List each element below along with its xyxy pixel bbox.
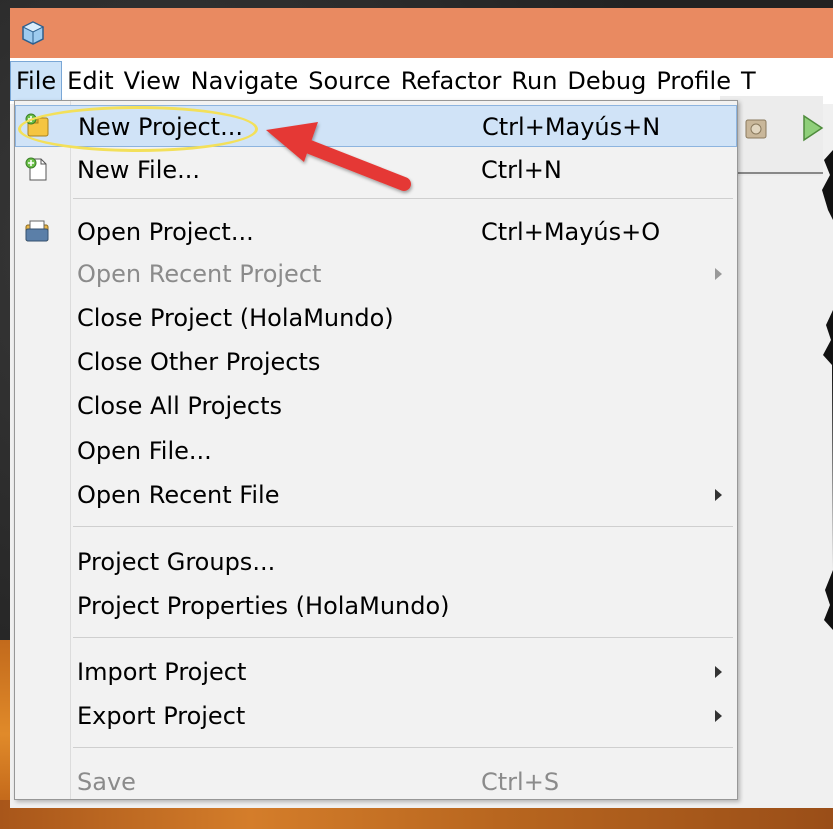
menu-separator xyxy=(73,637,733,638)
menu-item-open-recent-project[interactable]: Open Recent Project xyxy=(15,253,737,295)
menu-item-label: Project Properties (HolaMundo) xyxy=(77,592,450,620)
menu-item-label: Import Project xyxy=(77,658,247,686)
submenu-arrow-icon xyxy=(715,489,722,501)
run-project-icon[interactable] xyxy=(800,112,824,144)
submenu-arrow-icon xyxy=(715,710,722,722)
open-project-icon xyxy=(25,220,49,242)
menu-source[interactable]: Source xyxy=(303,61,395,101)
menu-team-truncated[interactable]: T xyxy=(736,61,761,101)
menu-navigate[interactable]: Navigate xyxy=(186,61,304,101)
menu-item-label: New Project... xyxy=(78,113,243,141)
menu-item-label: Open File... xyxy=(77,437,212,465)
menu-item-label: Open Recent File xyxy=(77,481,280,509)
menu-item-open-file[interactable]: Open File... xyxy=(15,430,737,472)
file-menu-dropdown: New Project... Ctrl+Mayús+N New File... … xyxy=(14,100,738,800)
menu-item-open-recent-file[interactable]: Open Recent File xyxy=(15,474,737,516)
menu-item-shortcut: Ctrl+N xyxy=(481,156,562,184)
menu-item-new-project[interactable]: New Project... Ctrl+Mayús+N xyxy=(15,105,737,147)
submenu-arrow-icon xyxy=(715,666,722,678)
submenu-arrow-icon xyxy=(715,268,722,280)
menu-view[interactable]: View xyxy=(119,61,186,101)
window-titlebar xyxy=(10,8,833,58)
torn-edge-decoration xyxy=(822,150,833,800)
clean-build-icon[interactable] xyxy=(740,112,772,144)
menu-separator xyxy=(73,747,733,748)
menu-item-project-properties[interactable]: Project Properties (HolaMundo) xyxy=(15,585,737,627)
menu-item-label: Project Groups... xyxy=(77,548,276,576)
menu-item-export-project[interactable]: Export Project xyxy=(15,695,737,737)
menu-item-project-groups[interactable]: Project Groups... xyxy=(15,541,737,583)
menu-item-new-file[interactable]: New File... Ctrl+N xyxy=(15,149,737,191)
menu-item-label: Close All Projects xyxy=(77,392,283,420)
menu-item-label: Save xyxy=(77,768,136,796)
menu-item-label: Close Other Projects xyxy=(77,348,321,376)
menu-item-open-project[interactable]: Open Project... Ctrl+Mayús+O xyxy=(15,211,737,253)
menu-debug[interactable]: Debug xyxy=(562,61,651,101)
menu-item-label: Export Project xyxy=(77,702,246,730)
menu-item-close-project[interactable]: Close Project (HolaMundo) xyxy=(15,297,737,339)
menu-item-label: Open Project... xyxy=(77,218,254,246)
menu-item-import-project[interactable]: Import Project xyxy=(15,651,737,693)
editor-border xyxy=(735,172,823,174)
menu-run[interactable]: Run xyxy=(506,61,562,101)
menu-item-label: Open Recent Project xyxy=(77,260,322,288)
new-file-icon xyxy=(25,157,47,181)
menu-item-save[interactable]: Save Ctrl+S xyxy=(15,761,737,803)
menu-item-shortcut: Ctrl+S xyxy=(481,768,560,796)
menu-item-shortcut: Ctrl+Mayús+O xyxy=(481,218,661,246)
netbeans-cube-icon xyxy=(21,21,45,45)
menu-separator xyxy=(73,198,733,199)
menu-item-close-all-projects[interactable]: Close All Projects xyxy=(15,385,737,427)
menu-item-shortcut: Ctrl+Mayús+N xyxy=(482,113,661,141)
menu-refactor[interactable]: Refactor xyxy=(396,61,507,101)
menu-item-label: New File... xyxy=(77,156,201,184)
menu-file[interactable]: File xyxy=(10,61,63,101)
menu-item-close-other-projects[interactable]: Close Other Projects xyxy=(15,341,737,383)
menu-profile[interactable]: Profile xyxy=(651,61,736,101)
menu-separator xyxy=(73,526,733,527)
menubar: File Edit View Navigate Source Refactor … xyxy=(10,58,833,104)
new-project-icon xyxy=(25,113,49,137)
menu-edit[interactable]: Edit xyxy=(62,61,118,101)
menu-item-label: Close Project (HolaMundo) xyxy=(77,304,394,332)
